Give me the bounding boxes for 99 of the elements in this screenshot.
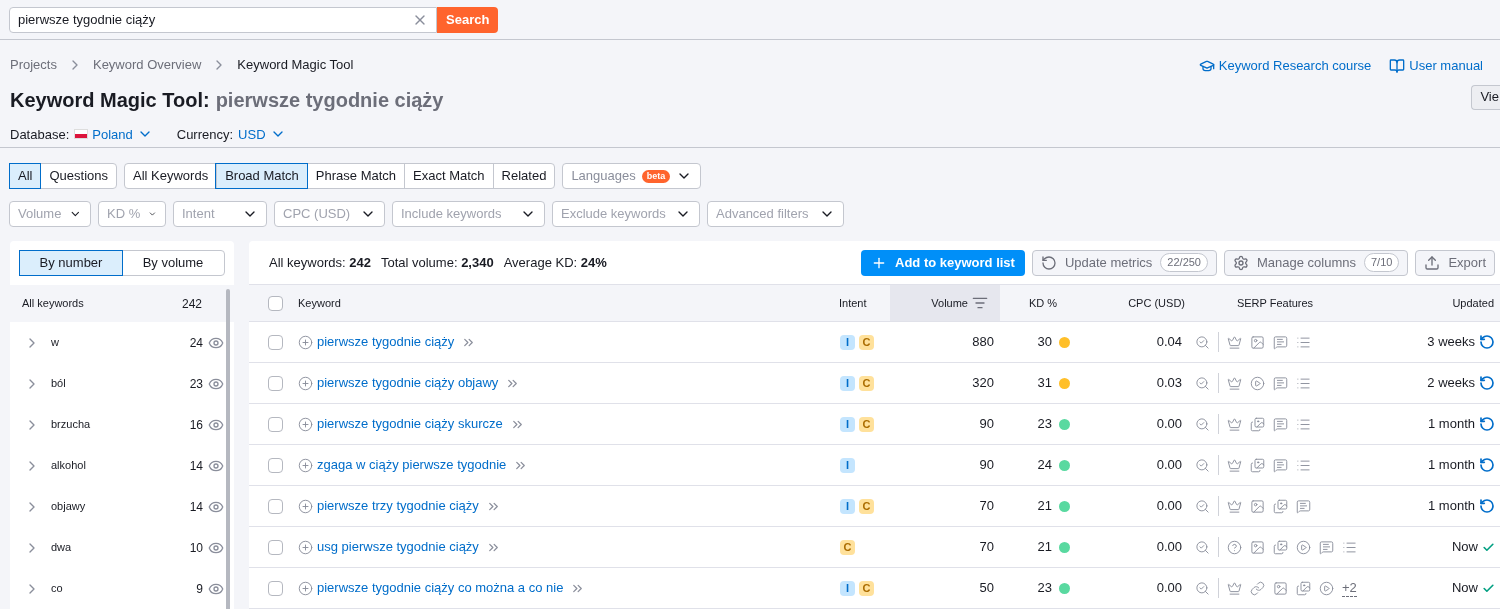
manual-link[interactable]: User manual <box>1389 56 1483 76</box>
groups-header[interactable]: All keywords 242 <box>10 285 234 322</box>
filter-tab[interactable]: All Keywords <box>125 164 217 188</box>
intent-badge: C <box>840 539 855 555</box>
group-count: 24 <box>189 334 203 352</box>
filter-tab[interactable]: Questions <box>40 164 116 188</box>
column-header[interactable]: Volume <box>931 294 968 312</box>
updated-value: 1 month <box>1428 415 1475 434</box>
kd-value: 23 <box>1037 415 1052 434</box>
updated-value: Now <box>1452 538 1478 557</box>
intent-badge: I <box>840 498 855 514</box>
currency-label: Currency: <box>176 125 234 144</box>
volume-value: 70 <box>979 497 994 516</box>
updated-value: Now <box>1452 579 1478 598</box>
filter-tab[interactable]: Exact Match <box>404 164 493 188</box>
keyword-link[interactable]: pierwsze tygodnie ciąży <box>317 332 455 352</box>
intent-badge: C <box>859 498 874 514</box>
currency-dropdown[interactable]: USD <box>238 124 286 144</box>
volume-value: 50 <box>979 579 994 598</box>
group-count: 16 <box>189 416 203 434</box>
keyword-link[interactable]: usg pierwsze tygodnie ciąży <box>317 537 479 557</box>
volume-value: 880 <box>972 333 994 352</box>
cpc-value: 0.00 <box>1156 579 1182 598</box>
volume-value: 90 <box>979 456 994 475</box>
updated-value: 1 month <box>1428 456 1475 475</box>
filter-tab[interactable]: Phrase Match <box>306 164 405 188</box>
intent-badge: C <box>859 416 874 432</box>
updated-value: 3 weeks <box>1427 333 1475 352</box>
group-name[interactable]: brzucha <box>51 416 190 433</box>
intent-badge: C <box>859 375 874 391</box>
cpc-value: 0.03 <box>1156 374 1182 393</box>
summary-stat: Average KD: 24% <box>503 253 607 272</box>
volume-value: 90 <box>979 415 994 434</box>
summary-stat: All keywords: 242 <box>269 253 371 272</box>
intent-badge: C <box>859 334 874 350</box>
kd-value: 31 <box>1037 374 1052 393</box>
cpc-value: 0.00 <box>1156 456 1182 475</box>
more-features[interactable]: +2 <box>1342 579 1357 597</box>
keyword-link[interactable]: zgaga w ciąży pierwsze tygodnie <box>317 455 507 475</box>
intent-badge: I <box>840 375 855 391</box>
group-name[interactable]: dwa <box>51 539 190 556</box>
intent-badge: I <box>840 334 855 350</box>
summary-stat: Total volume: 2,340 <box>380 253 494 272</box>
breadcrumb[interactable]: Keyword Overview <box>92 55 202 75</box>
search-field[interactable]: pierwsze tygodnie ciąży <box>9 6 437 33</box>
database-label: Database: <box>10 125 70 144</box>
kd-value: 21 <box>1037 538 1052 557</box>
updated-value: 2 weeks <box>1427 374 1475 393</box>
kd-value: 23 <box>1037 579 1052 598</box>
keyword-link[interactable]: pierwsze tygodnie ciąży objawy <box>317 373 499 393</box>
group-name[interactable]: w <box>51 334 190 351</box>
group-name[interactable]: alkohol <box>51 457 190 474</box>
intent-badge: I <box>840 457 855 473</box>
columns-count: 7/10 <box>1364 253 1400 272</box>
volume-value: 320 <box>972 374 994 393</box>
intent-badge: C <box>859 580 874 596</box>
group-name[interactable]: ból <box>51 375 190 392</box>
intent-badge: I <box>840 580 855 596</box>
volume-value: 70 <box>979 538 994 557</box>
group-tab[interactable]: By volume <box>122 251 224 275</box>
updated-value: 1 month <box>1428 497 1475 516</box>
breadcrumb[interactable]: Projects <box>10 55 57 75</box>
group-name[interactable]: co <box>51 580 197 597</box>
kd-value: 30 <box>1037 333 1052 352</box>
group-count: 23 <box>189 375 203 393</box>
search-input[interactable]: pierwsze tygodnie ciąży <box>18 9 412 30</box>
group-name[interactable]: objawy <box>51 498 190 515</box>
filter-tab[interactable]: Related <box>492 164 555 188</box>
breadcrumb: Keyword Magic Tool <box>237 56 354 74</box>
group-count: 14 <box>189 457 203 475</box>
cpc-value: 0.04 <box>1156 333 1182 352</box>
manage-columns-button[interactable]: Manage columns 7/10 <box>1224 249 1409 276</box>
cpc-value: 0.00 <box>1156 497 1182 516</box>
beta-badge: beta <box>641 169 671 183</box>
cpc-value: 0.00 <box>1156 415 1182 434</box>
page-title: Keyword Magic Tool: <box>10 87 210 113</box>
export-button[interactable]: Export <box>1415 249 1495 276</box>
filter-tab[interactable]: All <box>10 164 41 188</box>
keyword-link[interactable]: pierwsze tygodnie ciąży co można a co nie <box>317 578 564 598</box>
group-count: 9 <box>196 580 203 598</box>
metrics-count: 22/250 <box>1160 253 1208 272</box>
filter-tab[interactable]: Broad Match <box>216 164 307 188</box>
column-header[interactable]: Updated <box>1452 294 1494 312</box>
database-dropdown[interactable]: Poland <box>74 124 153 144</box>
kd-value: 24 <box>1037 456 1052 475</box>
page-query: pierwsze tygodnie ciąży <box>215 87 444 113</box>
kd-value: 21 <box>1037 497 1052 516</box>
keyword-link[interactable]: pierwsze tygodnie ciąży skurcze <box>317 414 503 434</box>
keyword-link[interactable]: pierwsze trzy tygodnie ciąży <box>317 496 479 516</box>
intent-badge: I <box>840 416 855 432</box>
group-tab[interactable]: By number <box>20 251 122 275</box>
update-metrics-button[interactable]: Update metrics 22/250 <box>1031 249 1217 276</box>
group-count: 10 <box>189 539 203 557</box>
group-count: 14 <box>189 498 203 516</box>
cpc-value: 0.00 <box>1156 538 1182 557</box>
column-header[interactable]: KD % <box>1028 294 1057 312</box>
column-header[interactable]: Keyword <box>298 294 341 312</box>
course-link[interactable]: Keyword Research course <box>1198 56 1372 76</box>
view-button[interactable]: Vie <box>1471 84 1500 110</box>
